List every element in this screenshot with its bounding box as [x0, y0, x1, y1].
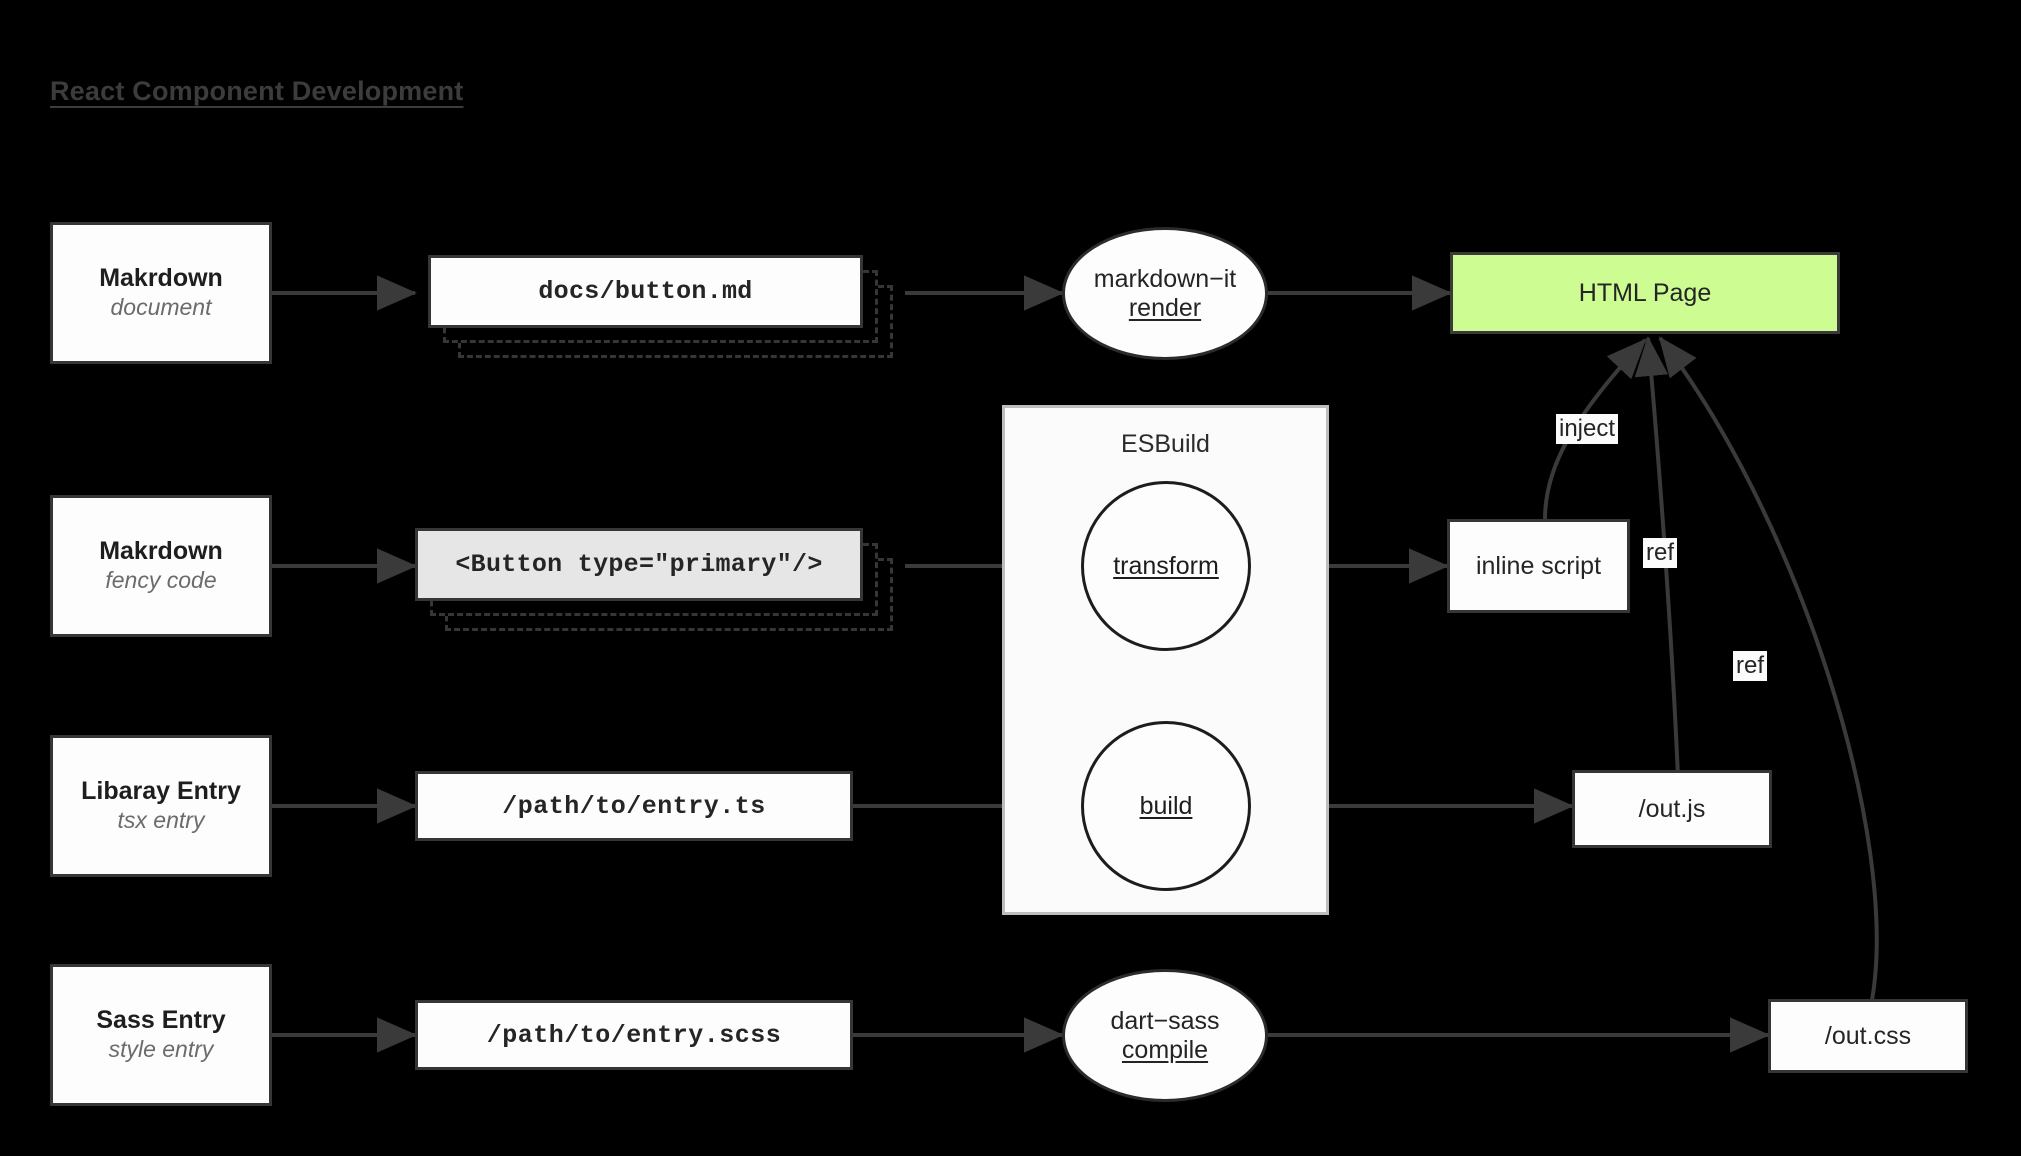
edge-outcss-ref	[1658, 336, 1879, 1001]
source-subtitle: fency code	[105, 566, 217, 593]
source-title: Libaray Entry	[81, 777, 241, 806]
source-node-libaray-entry[interactable]: Libaray Entry tsx entry	[50, 735, 272, 877]
esbuild-operation-label: transform	[1113, 551, 1219, 580]
source-subtitle: document	[110, 293, 212, 320]
source-title: Makrdown	[99, 264, 223, 293]
artifact-label: docs/button.md	[428, 255, 863, 328]
edge-label-inject: inject	[1556, 414, 1619, 444]
processor-operation: render	[1128, 293, 1202, 322]
source-title: Makrdown	[99, 537, 223, 566]
output-out-css[interactable]: /out.css	[1768, 999, 1968, 1073]
processor-name: dart−sass	[1110, 1006, 1220, 1035]
artifact-entry-ts[interactable]: /path/to/entry.ts	[415, 771, 853, 841]
esbuild-operation-transform[interactable]: transform	[1081, 481, 1251, 651]
artifact-entry-scss[interactable]: /path/to/entry.scss	[415, 1000, 853, 1070]
output-inline-script[interactable]: inline script	[1447, 519, 1630, 613]
source-node-makrdown-document[interactable]: Makrdown document	[50, 222, 272, 364]
output-out-js[interactable]: /out.js	[1572, 770, 1772, 848]
output-html-page[interactable]: HTML Page	[1450, 252, 1840, 334]
page-title: React Component Development	[50, 76, 464, 106]
source-subtitle: style entry	[108, 1035, 214, 1062]
esbuild-operation-build[interactable]: build	[1081, 721, 1251, 891]
processor-operation: compile	[1121, 1035, 1209, 1064]
source-node-sass-entry[interactable]: Sass Entry style entry	[50, 964, 272, 1106]
edge-label-ref-top: ref	[1643, 538, 1678, 568]
source-node-makrdown-fency-code[interactable]: Makrdown fency code	[50, 495, 272, 637]
source-subtitle: tsx entry	[117, 806, 205, 833]
processor-name: markdown−it	[1093, 264, 1237, 293]
processor-markdown-it[interactable]: markdown−it render	[1062, 227, 1268, 360]
diagram-canvas: React Component Development Makrdown doc…	[0, 0, 2021, 1156]
processor-dart-sass[interactable]: dart−sass compile	[1062, 969, 1268, 1102]
esbuild-operation-label: build	[1139, 791, 1193, 820]
artifact-stack-docs-button-md[interactable]: docs/button.md	[428, 255, 893, 360]
esbuild-label: ESBuild	[1121, 430, 1210, 458]
artifact-label: <Button type="primary"/>	[415, 528, 863, 601]
artifact-stack-button-snippet[interactable]: <Button type="primary"/>	[415, 528, 893, 633]
source-title: Sass Entry	[96, 1006, 226, 1035]
edge-label-ref-bottom: ref	[1733, 651, 1768, 681]
